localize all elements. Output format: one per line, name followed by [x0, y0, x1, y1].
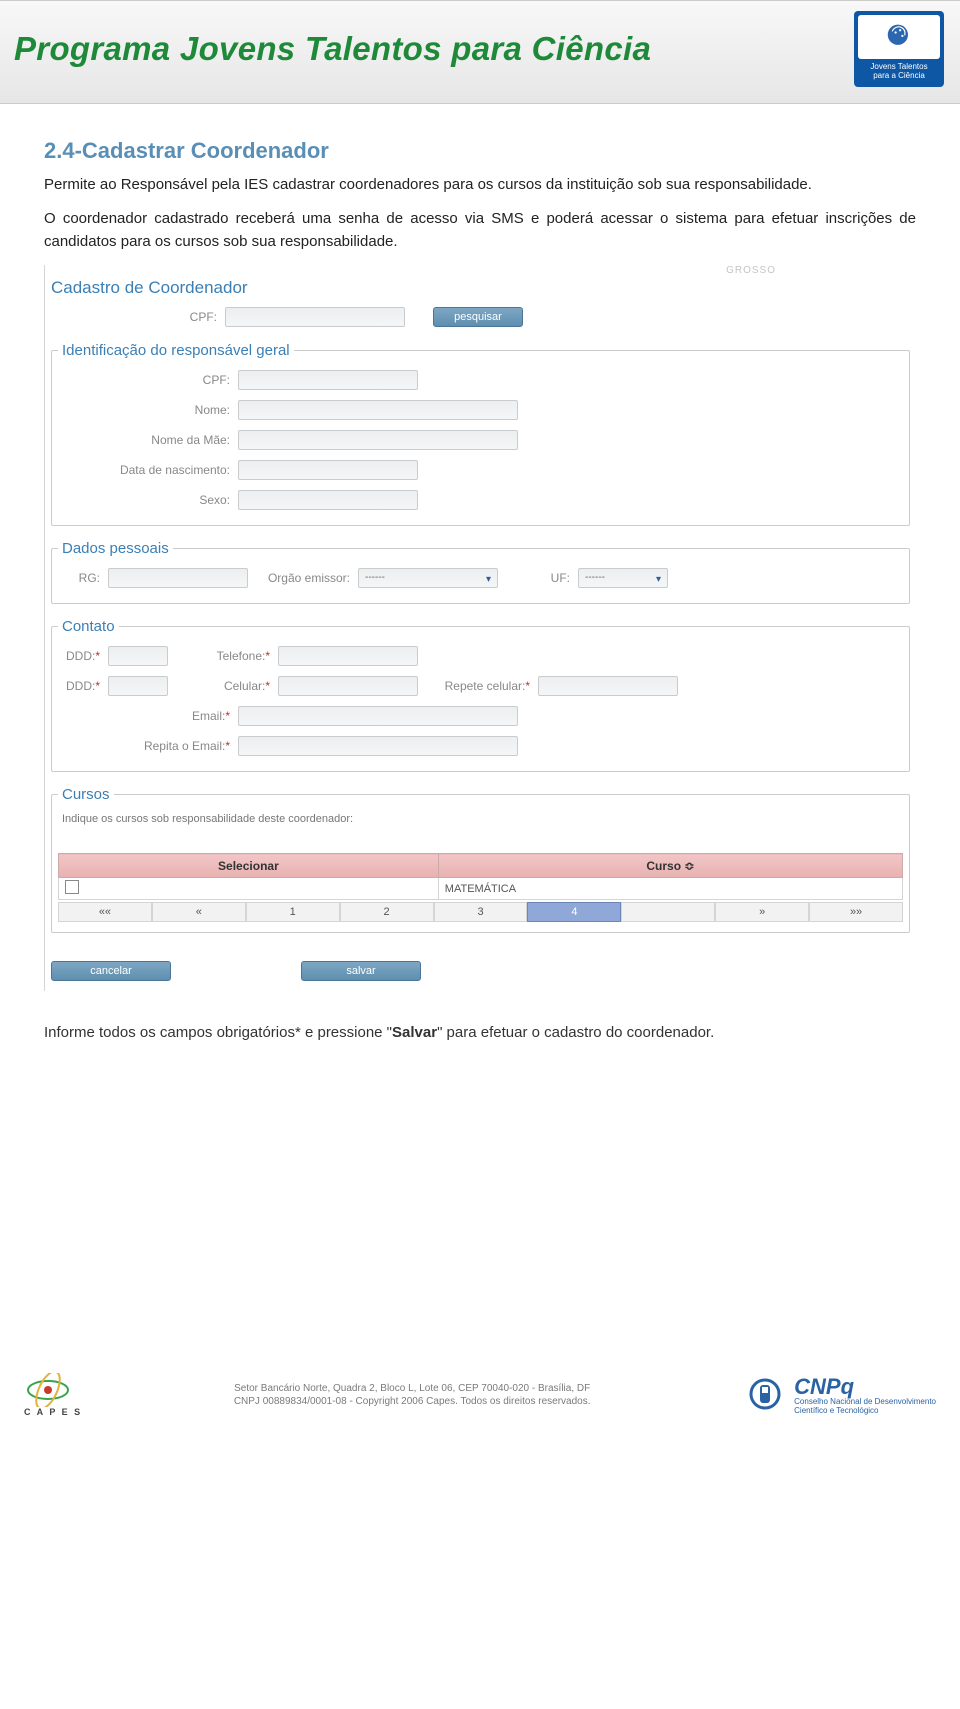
- footer-address: Setor Bancário Norte, Quadra 2, Bloco L,…: [82, 1382, 742, 1409]
- save-button[interactable]: salvar: [301, 961, 421, 981]
- input-nome[interactable]: [238, 400, 518, 420]
- label-uf: UF:: [498, 571, 578, 585]
- fieldset-cursos: Cursos Indique os cursos sob responsabil…: [51, 786, 910, 933]
- cnpq-sub2: Científico e Tecnológico: [794, 1407, 936, 1415]
- capes-logo: C A P E S: [24, 1373, 82, 1417]
- input-repete-celular[interactable]: [538, 676, 678, 696]
- section-para-2: O coordenador cadastrado receberá uma se…: [44, 208, 916, 253]
- label-ident-cpf: CPF:: [58, 373, 238, 387]
- label-repita-email: Repita o Email:*: [58, 739, 238, 753]
- input-ddd-1[interactable]: [108, 646, 168, 666]
- input-email[interactable]: [238, 706, 518, 726]
- label-orgao: Orgão emissor:: [248, 571, 358, 585]
- input-repita-email[interactable]: [238, 736, 518, 756]
- pager-cell[interactable]: »»: [809, 902, 903, 922]
- input-sexo[interactable]: [238, 490, 418, 510]
- instruction-text: Informe todos os campos obrigatórios* e …: [44, 1021, 916, 1045]
- row-checkbox[interactable]: [65, 880, 79, 894]
- table-row: MATEMÁTICA: [59, 878, 903, 900]
- corner-text: GROSSO: [45, 265, 916, 276]
- label-rg: RG:: [58, 571, 108, 585]
- instruction-bold: Salvar: [392, 1024, 437, 1041]
- brain-icon: [858, 15, 940, 59]
- capes-text: C A P E S: [24, 1407, 82, 1417]
- legend-contato: Contato: [58, 618, 119, 635]
- label-email: Email:*: [58, 709, 238, 723]
- cnpq-icon: [742, 1377, 788, 1414]
- cancel-button[interactable]: cancelar: [51, 961, 171, 981]
- row-curso-value: MATEMÁTICA: [438, 878, 902, 900]
- label-repete-celular: Repete celular:*: [418, 679, 538, 693]
- input-celular[interactable]: [278, 676, 418, 696]
- select-orgao[interactable]: ------: [358, 568, 498, 588]
- col-selecionar[interactable]: Selecionar: [59, 854, 439, 878]
- brain-badge: Jovens Talentos para a Ciência: [854, 11, 944, 87]
- search-button[interactable]: pesquisar: [433, 307, 523, 327]
- label-celular: Celular:*: [168, 679, 278, 693]
- input-ddd-2[interactable]: [108, 676, 168, 696]
- cnpq-name: CNPq: [794, 1375, 936, 1398]
- label-ddd-2: DDD:*: [58, 679, 108, 693]
- cpf-input[interactable]: [225, 307, 405, 327]
- pager-cell[interactable]: ««: [58, 902, 152, 922]
- label-sexo: Sexo:: [58, 493, 238, 507]
- legend-dados: Dados pessoais: [58, 540, 173, 557]
- section-para-1: Permite ao Responsável pela IES cadastra…: [44, 174, 916, 197]
- cnpq-logo: CNPq Conselho Nacional de Desenvolviment…: [742, 1375, 936, 1415]
- page-footer: C A P E S Setor Bancário Norte, Quadra 2…: [0, 1365, 960, 1429]
- fieldset-dados: Dados pessoais RG: Orgão emissor: ------…: [51, 540, 910, 604]
- legend-cursos: Cursos: [58, 786, 114, 803]
- select-uf[interactable]: ------: [578, 568, 668, 588]
- input-dob[interactable]: [238, 460, 418, 480]
- cursos-hint: Indique os cursos sob responsabilidade d…: [62, 813, 903, 825]
- program-banner: Programa Jovens Talentos para Ciência Jo…: [0, 0, 960, 104]
- input-telefone[interactable]: [278, 646, 418, 666]
- pager-cell[interactable]: 3: [434, 902, 528, 922]
- form-heading: Cadastro de Coordenador: [45, 276, 916, 302]
- cpf-label: CPF:: [45, 310, 225, 324]
- program-title: Programa Jovens Talentos para Ciência: [14, 30, 651, 68]
- pager-cell: [621, 902, 715, 922]
- input-rg[interactable]: [108, 568, 248, 588]
- pager-cell[interactable]: «: [152, 902, 246, 922]
- pager-cell[interactable]: »: [715, 902, 809, 922]
- badge-text-2: para a Ciência: [858, 72, 940, 81]
- pager-cell[interactable]: 1: [246, 902, 340, 922]
- fieldset-contato: Contato DDD:* Telefone:* DDD:* Celular:*…: [51, 618, 910, 772]
- col-curso[interactable]: Curso ≎: [438, 854, 902, 878]
- cursos-table: Selecionar Curso ≎ MATEMÁTICA: [58, 853, 903, 900]
- fieldset-identificacao: Identificação do responsável geral CPF: …: [51, 342, 910, 526]
- capes-icon: [24, 1373, 72, 1407]
- label-ddd-1: DDD:*: [58, 649, 108, 663]
- input-ident-cpf[interactable]: [238, 370, 418, 390]
- form-screenshot: GROSSO Cadastro de Coordenador CPF: pesq…: [44, 265, 916, 991]
- pager: «««1234»»»: [58, 902, 903, 922]
- label-nome: Nome:: [58, 403, 238, 417]
- legend-identificacao: Identificação do responsável geral: [58, 342, 294, 359]
- pager-cell[interactable]: 2: [340, 902, 434, 922]
- label-telefone: Telefone:*: [168, 649, 278, 663]
- label-mae: Nome da Mãe:: [58, 433, 238, 447]
- section-heading: 2.4-Cadastrar Coordenador: [44, 138, 916, 164]
- input-mae[interactable]: [238, 430, 518, 450]
- pager-cell[interactable]: 4: [527, 902, 621, 922]
- label-dob: Data de nascimento:: [58, 463, 238, 477]
